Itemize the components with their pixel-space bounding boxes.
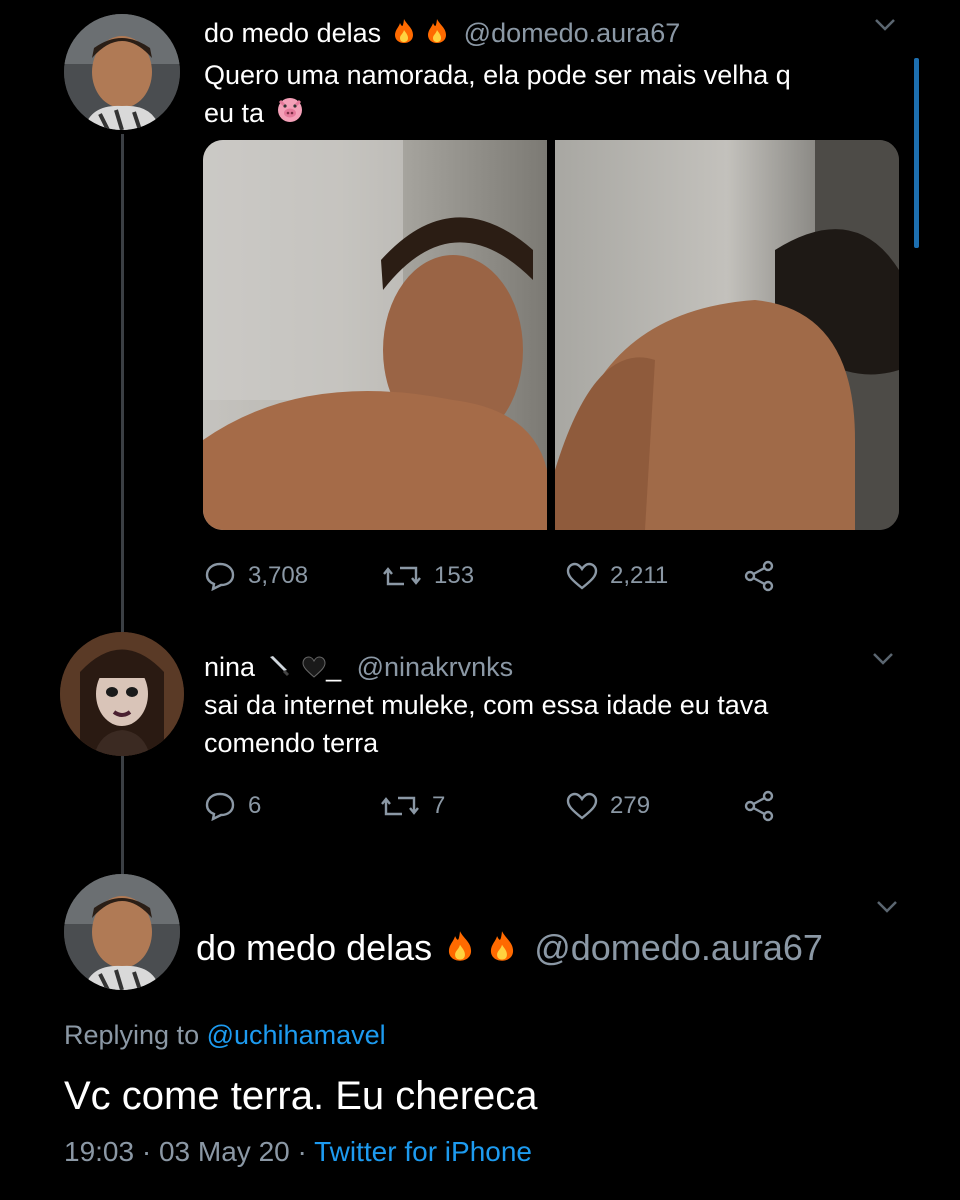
fire-emoji — [393, 18, 415, 52]
separator: · — [141, 1136, 152, 1167]
like-count: 2,211 — [610, 562, 669, 589]
share-button[interactable] — [742, 556, 776, 596]
pig-face-emoji — [276, 96, 304, 134]
timestamp-row: 19:03 · 03 May 20 · Twitter for iPhone — [64, 1136, 532, 1168]
fire-emoji — [446, 928, 474, 972]
name-suffix: _ — [326, 652, 342, 682]
author-row: do medo delas @domedo.aura67 — [204, 16, 680, 52]
like-button[interactable]: 2,211 — [566, 556, 668, 596]
retweet-icon — [381, 796, 419, 816]
retweet-button[interactable]: 7 — [380, 786, 445, 826]
tweet-text-line: Quero uma namorada, ela pode ser mais ve… — [204, 60, 791, 90]
reply-count: 3,708 — [248, 562, 309, 589]
tweet-text: Vc come terra. Eu chereca — [64, 1074, 538, 1118]
replying-prefix: Replying to — [64, 1020, 200, 1050]
display-name[interactable]: do medo delas — [204, 18, 381, 48]
source-link[interactable]: Twitter for iPhone — [314, 1136, 532, 1167]
photo[interactable] — [555, 140, 899, 530]
heart-icon — [566, 562, 598, 590]
reply-icon — [205, 792, 235, 821]
photo[interactable] — [203, 140, 547, 530]
retweet-count: 153 — [434, 562, 475, 589]
display-name[interactable]: do medo delas — [196, 927, 432, 968]
tweet-text-line: sai da internet muleke, com essa idade e… — [204, 690, 769, 720]
avatar[interactable] — [64, 874, 180, 990]
black-heart-emoji — [302, 652, 326, 686]
display-name[interactable]: nina — [204, 652, 255, 682]
time[interactable]: 19:03 — [64, 1136, 134, 1167]
tweet-reply[interactable]: nina _ @ninakrvnks sai da internet mulek… — [0, 620, 960, 860]
chevron-down-icon[interactable] — [876, 900, 898, 914]
avatar-photo — [64, 14, 180, 130]
knife-emoji — [267, 652, 291, 686]
tweet-text-line-2: comendo terra — [204, 728, 379, 758]
date[interactable]: 03 May 20 — [159, 1136, 290, 1167]
tweet-actions: 6 7 279 — [204, 786, 804, 826]
reply-button[interactable]: 3,708 — [204, 556, 308, 596]
chevron-down-icon[interactable] — [872, 652, 894, 666]
tweet-text-tail: eu ta — [204, 98, 265, 128]
fire-emoji — [488, 928, 516, 972]
avatar-photo — [64, 874, 180, 990]
share-button[interactable] — [742, 786, 776, 826]
fire-emoji — [426, 18, 448, 52]
tweet-actions: 3,708 153 2,211 — [204, 556, 804, 596]
share-icon — [744, 790, 774, 822]
handle[interactable]: @domedo.aura67 — [534, 927, 823, 968]
reply-count: 6 — [248, 792, 262, 819]
handle[interactable]: @ninakrvnks — [357, 652, 513, 682]
reply-button[interactable]: 6 — [204, 786, 261, 826]
like-count: 279 — [610, 792, 651, 819]
handle[interactable]: @domedo.aura67 — [464, 18, 681, 48]
tweet-original[interactable]: do medo delas @domedo.aura67 Quero uma n… — [0, 0, 960, 874]
retweet-button[interactable]: 153 — [382, 556, 474, 596]
retweet-count: 7 — [432, 792, 446, 819]
avatar[interactable] — [64, 14, 180, 130]
tweet-text: sai da internet muleke, com essa idade e… — [204, 686, 904, 762]
author-row: nina _ @ninakrvnks — [204, 650, 513, 686]
separator: · — [297, 1136, 307, 1167]
media-grid[interactable] — [203, 140, 899, 530]
replying-to: Replying to @uchihamavel — [64, 1020, 386, 1051]
chevron-down-icon[interactable] — [874, 18, 896, 32]
retweet-icon — [383, 566, 421, 586]
like-button[interactable]: 279 — [566, 786, 650, 826]
heart-icon — [566, 792, 598, 820]
avatar[interactable] — [60, 632, 184, 756]
tweet-text-line-2: eu ta — [204, 94, 904, 134]
author-row: do medo delas @domedo.aura67 — [196, 926, 823, 972]
tweet-text: Quero uma namorada, ela pode ser mais ve… — [204, 56, 904, 134]
avatar-photo — [60, 632, 184, 756]
reply-icon — [205, 562, 235, 591]
mention-link[interactable]: @uchihamavel — [207, 1020, 386, 1050]
share-icon — [744, 560, 774, 592]
